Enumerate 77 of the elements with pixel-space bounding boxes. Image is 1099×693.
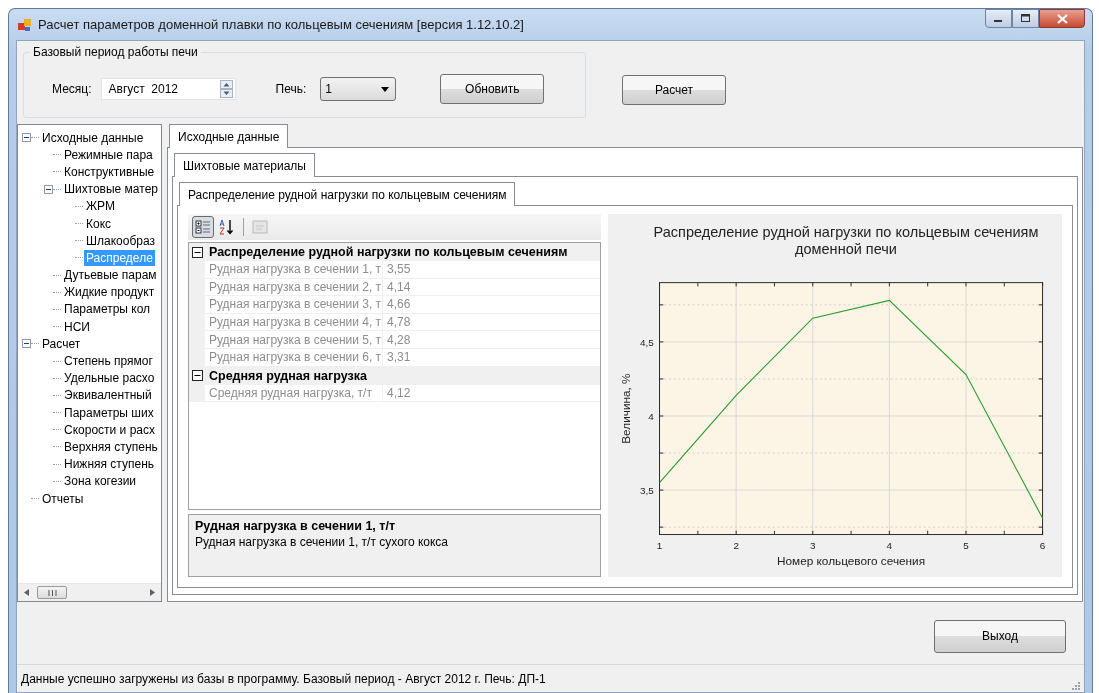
month-spin-field[interactable]: Август 2012 — [100, 78, 236, 100]
right-arrow-icon[interactable] — [150, 589, 155, 596]
tree-item[interactable]: Степень прямог — [62, 353, 155, 370]
tree-item[interactable]: Конструктивные — [62, 163, 157, 180]
tree-item[interactable]: Параметры ших — [62, 404, 156, 421]
close-icon — [1056, 13, 1068, 24]
x-tick-label: 4 — [886, 539, 892, 551]
tree-item[interactable]: Скорости и расх — [62, 421, 157, 438]
tree-item[interactable]: Параметры кол — [62, 301, 153, 318]
x-tick-label: 5 — [962, 539, 969, 551]
property-name[interactable]: Рудная нагрузка в сечении 1, т — [205, 261, 383, 278]
collapse-icon[interactable] — [44, 184, 53, 194]
app-icon — [18, 17, 32, 32]
tree-item[interactable]: Исходные данные — [40, 129, 146, 146]
group-title: Базовый период работы печи — [30, 45, 201, 59]
collapse-icon[interactable] — [192, 370, 203, 382]
maximize-button[interactable] — [1012, 9, 1039, 28]
tree-item[interactable]: Отчеты — [40, 490, 86, 507]
tree-item[interactable]: Режимные пара — [62, 146, 155, 163]
property-name[interactable]: Рудная нагрузка в сечении 2, т — [205, 278, 383, 296]
tree-item[interactable]: Шихтовые матер — [62, 181, 160, 198]
maximize-icon — [1021, 14, 1030, 23]
spin-arrows-icon[interactable] — [219, 80, 233, 98]
exit-button[interactable]: Выход — [934, 619, 1066, 653]
close-button[interactable] — [1039, 9, 1085, 28]
y-tick-label: 4,5 — [639, 336, 654, 348]
help-title: Рудная нагрузка в сечении 1, т/т — [195, 519, 396, 533]
x-tick-label: 2 — [732, 539, 739, 551]
tab[interactable]: Распределение рудной нагрузки по кольцевым сечениям — [179, 182, 516, 206]
tree-item[interactable]: Зона когезии — [62, 473, 139, 490]
property-value[interactable]: 4,66 — [383, 297, 411, 312]
y-axis-label: Величина, % — [618, 373, 632, 444]
tree-item[interactable]: Удельные расхо — [62, 370, 157, 387]
tree-item[interactable]: Кокс — [84, 215, 114, 232]
chart-title: Распределение рудной нагрузки по кольцевым сечениям доменной печи — [652, 224, 1040, 258]
status-text: Данные успешно загружены из базы в программу. Базовый период - Август 2012 г. Печь: ДП-1 — [21, 671, 546, 686]
tab[interactable]: Исходные данные — [169, 124, 289, 148]
property-name[interactable]: Рудная нагрузка в сечении 5, т — [205, 331, 383, 348]
y-tick-label: 4 — [647, 410, 654, 422]
x-axis-label: Номер кольцевого сечения — [776, 553, 925, 567]
tree-item[interactable]: Дутьевые парам — [62, 267, 159, 284]
tree-item[interactable]: Нижняя ступень — [62, 456, 157, 473]
category-title: Распределение рудной нагрузки по кольцевым сечениям — [209, 245, 568, 259]
property-name[interactable]: Рудная нагрузка в сечении 3, т — [205, 296, 383, 313]
tree-item[interactable]: Верхняя ступень — [62, 438, 160, 455]
calculate-button[interactable]: Расчет — [622, 75, 726, 105]
property-name[interactable]: Рудная нагрузка в сечении 4, т — [205, 313, 383, 331]
tree-item[interactable]: НСИ — [62, 318, 92, 335]
tree-item[interactable]: Шлакообраз — [84, 232, 157, 249]
tab[interactable]: Шихтовые материалы — [174, 153, 315, 177]
tree-item[interactable]: Жидкие продукт — [62, 284, 157, 301]
x-tick-label: 6 — [1039, 539, 1045, 551]
y-tick-label: 3,5 — [639, 484, 654, 496]
resize-grip-icon[interactable] — [1070, 680, 1080, 690]
tree-item[interactable]: Эквивалентный — [62, 387, 154, 404]
furnace-dropdown[interactable]: 1 — [320, 77, 397, 101]
scroll-thumb[interactable] — [37, 586, 67, 599]
x-tick-label: 3 — [809, 539, 815, 551]
collapse-icon[interactable] — [22, 339, 31, 349]
property-name[interactable]: Средняя рудная нагрузка, т/т — [205, 384, 383, 402]
property-name[interactable]: Рудная нагрузка в сечении 6, т — [205, 348, 383, 366]
tree-item[interactable]: Расчет — [40, 335, 83, 352]
furnace-label: Печь: — [275, 82, 307, 96]
minimize-button[interactable] — [985, 9, 1012, 28]
x-tick-label: 1 — [656, 539, 662, 551]
category-title: Средняя рудная нагрузка — [209, 368, 367, 383]
horizontal-scrollbar[interactable] — [18, 583, 161, 601]
categorized-view-button[interactable] — [192, 216, 214, 238]
left-arrow-icon[interactable] — [24, 589, 29, 596]
collapse-icon[interactable] — [192, 246, 203, 258]
collapse-icon[interactable] — [22, 133, 31, 143]
month-label: Месяц: — [52, 82, 92, 96]
help-text: Рудная нагрузка в сечении 1, т/т сухого кокса — [195, 535, 450, 549]
tree-item[interactable]: ЖРМ — [84, 198, 117, 215]
refresh-button[interactable]: Обновить — [440, 74, 545, 104]
caret-icon — [381, 86, 390, 92]
window-title: Расчет параметров доменной плавки по кольцевым сечениям [версия 1.12.10.2] — [38, 17, 524, 32]
